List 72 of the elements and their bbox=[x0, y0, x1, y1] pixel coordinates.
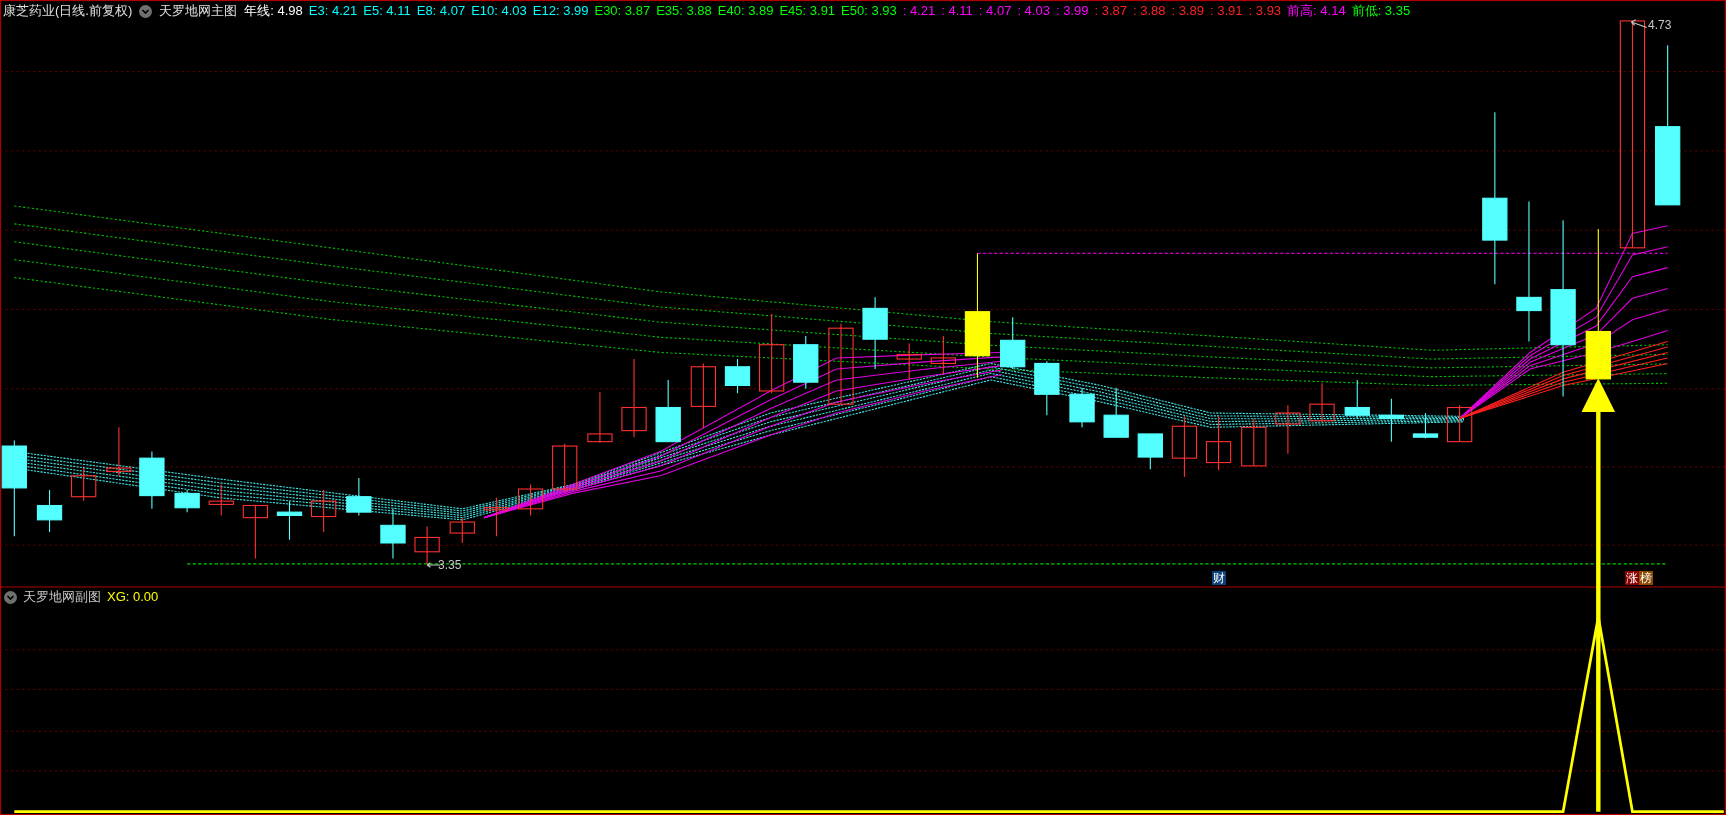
legend-value: E40: 3.89 bbox=[717, 3, 774, 19]
candlestick bbox=[310, 489, 337, 533]
arrow-icon bbox=[1630, 19, 1648, 29]
price-label: 4.73 bbox=[1648, 18, 1672, 32]
legend-value: E3: 4.21 bbox=[308, 3, 358, 19]
event-marker[interactable]: 榜 bbox=[1639, 571, 1653, 585]
price-label: 3.35 bbox=[438, 558, 462, 572]
candlestick bbox=[1309, 382, 1335, 423]
candlestick bbox=[1069, 387, 1095, 428]
candlestick bbox=[174, 489, 200, 513]
candlestick bbox=[552, 443, 578, 493]
candlestick bbox=[1034, 360, 1060, 416]
candlestick bbox=[896, 343, 922, 381]
candlestick bbox=[517, 484, 544, 516]
candlestick bbox=[139, 451, 165, 510]
event-marker[interactable]: 涨 bbox=[1625, 571, 1639, 585]
chevron-down-icon[interactable] bbox=[4, 590, 17, 604]
candlestick bbox=[483, 497, 510, 537]
candlestick bbox=[449, 517, 475, 544]
candlestick bbox=[690, 362, 717, 429]
candlestick bbox=[1275, 404, 1301, 455]
legend-value: : 3.88 bbox=[1132, 3, 1166, 19]
candlestick bbox=[1137, 433, 1163, 470]
legend-value: : 3.93 bbox=[1248, 3, 1282, 19]
candlestick bbox=[380, 508, 406, 559]
legend-value: E10: 4.03 bbox=[471, 3, 527, 19]
candlestick bbox=[1378, 398, 1405, 443]
candlestick bbox=[1171, 415, 1198, 478]
candlestick bbox=[346, 477, 372, 516]
candlestick bbox=[242, 504, 269, 559]
legend-value: : 4.21 bbox=[902, 3, 936, 19]
legend-value: : 4.07 bbox=[978, 3, 1012, 19]
candlestick bbox=[1412, 412, 1439, 439]
legend-value: 年线: 4.98 bbox=[244, 3, 303, 19]
candlestick bbox=[724, 358, 751, 394]
legend-value: : 3.87 bbox=[1094, 3, 1127, 19]
candlestick bbox=[930, 335, 956, 375]
candlestick bbox=[587, 391, 613, 444]
candlestick bbox=[71, 467, 97, 502]
legend-value: : 4.11 bbox=[941, 3, 973, 19]
candlestick bbox=[106, 426, 132, 477]
legend-value: : 4.03 bbox=[1017, 3, 1050, 19]
legend-value: E8: 4.07 bbox=[416, 3, 466, 19]
legend-value: : 3.89 bbox=[1171, 3, 1205, 19]
chevron-down-icon[interactable] bbox=[139, 4, 153, 18]
candlestick bbox=[36, 489, 63, 533]
candlestick bbox=[276, 500, 303, 541]
legend-value: E45: 3.91 bbox=[779, 3, 836, 19]
event-marker[interactable]: 财 bbox=[1212, 571, 1226, 585]
candlestick bbox=[793, 335, 819, 390]
legend-value: E30: 3.87 bbox=[594, 3, 651, 19]
legend-value: E50: 3.93 bbox=[841, 3, 897, 19]
legend-value: 前高: 4.14 bbox=[1287, 3, 1346, 19]
indicator-name[interactable]: 天罗地网副图 bbox=[23, 589, 101, 605]
legend-value: E35: 3.88 bbox=[656, 3, 712, 19]
candlestick bbox=[414, 525, 440, 565]
candlestick bbox=[1205, 415, 1232, 471]
legend-value: 前低: 3.35 bbox=[1351, 3, 1411, 19]
candlestick bbox=[1446, 404, 1473, 443]
candlestick bbox=[1241, 417, 1267, 467]
legend-value: XG: 0.00 bbox=[107, 589, 159, 605]
candlestick bbox=[1344, 379, 1370, 420]
stock-title: 康芝药业(日线.前复权) bbox=[2, 3, 133, 19]
indicator-name[interactable]: 天罗地网主图 bbox=[159, 3, 238, 19]
legend-value: : 3.99 bbox=[1055, 3, 1089, 19]
legend-value: E12: 3.99 bbox=[532, 3, 589, 19]
candlestick bbox=[1103, 387, 1129, 438]
candlestick bbox=[655, 379, 681, 443]
candlestick bbox=[1000, 316, 1026, 370]
candlestick bbox=[208, 484, 234, 516]
legend-value: E5: 4.11 bbox=[363, 3, 411, 19]
legend-value: : 3.91 bbox=[1210, 3, 1243, 19]
